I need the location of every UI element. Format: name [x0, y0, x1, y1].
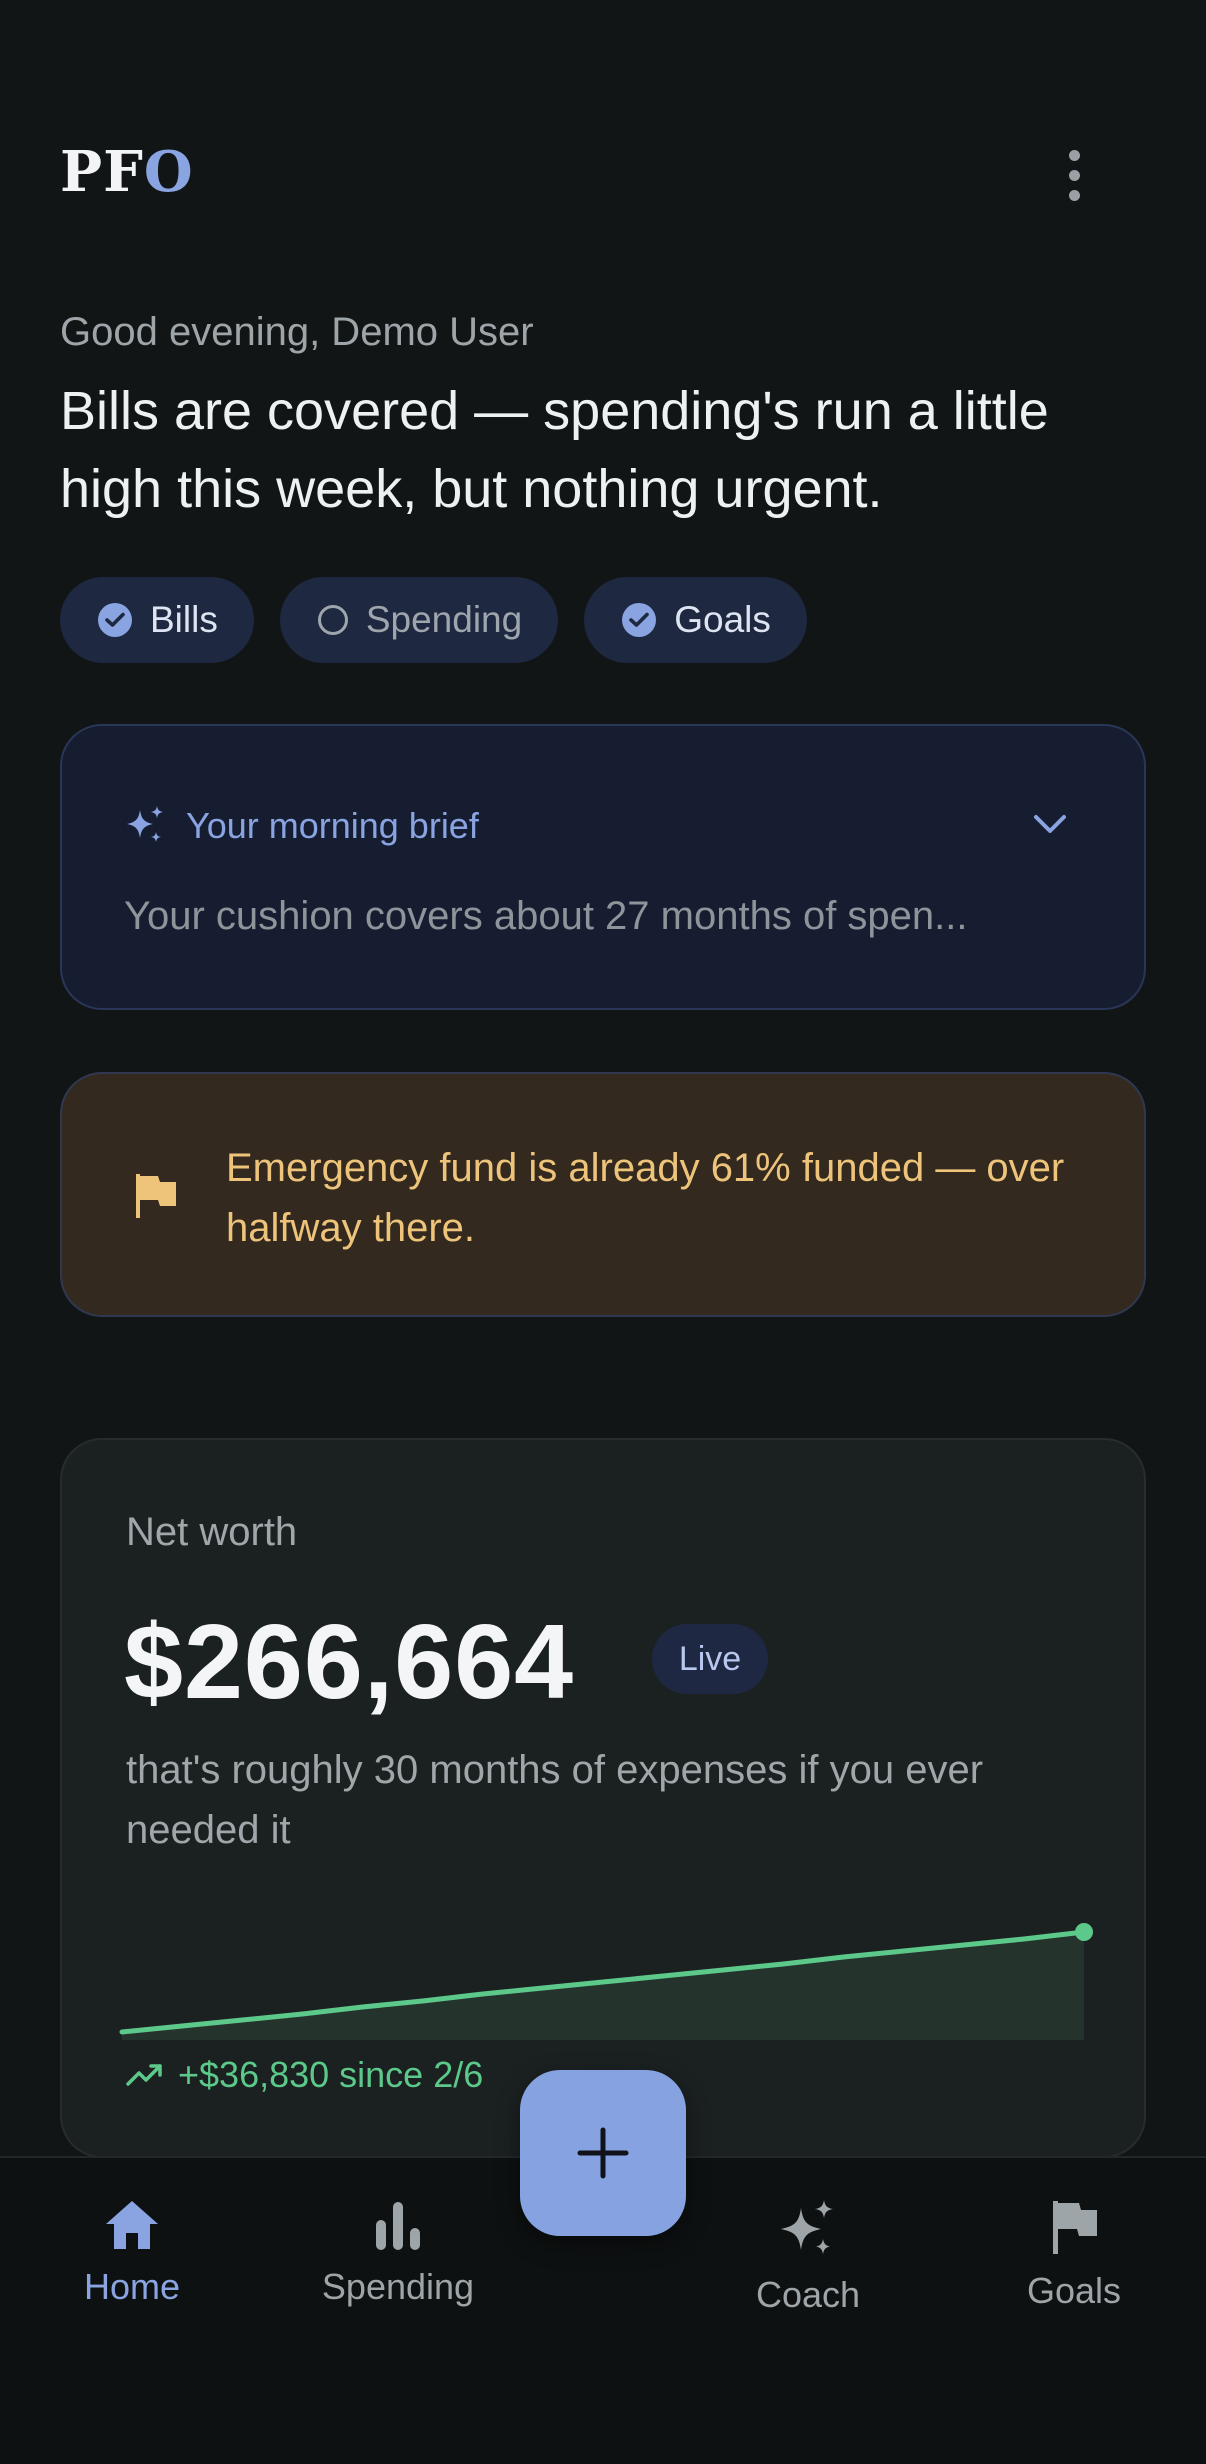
- nav-coach[interactable]: Coach: [698, 2198, 918, 2316]
- trending-up-icon: [126, 2064, 162, 2086]
- empty-circle-icon: [317, 605, 348, 635]
- greeting: Good evening, Demo User: [60, 310, 534, 354]
- sparkline-endpoint: [1075, 1923, 1093, 1941]
- nav-label: Spending: [321, 2266, 475, 2307]
- chevron-down-icon[interactable]: [1032, 812, 1068, 836]
- chip-label: Spending: [365, 599, 523, 640]
- more-menu-button[interactable]: [1044, 140, 1104, 210]
- insight-text: Emergency fund is already 61% funded — o…: [226, 1146, 1065, 1250]
- morning-brief-card[interactable]: Your morning brief Your cushion covers a…: [60, 724, 1146, 1010]
- brief-summary: Your cushion covers about 27 months of s…: [124, 894, 968, 938]
- nav-spending[interactable]: Spending: [288, 2198, 508, 2308]
- logo-text: PF: [60, 139, 144, 205]
- flag-icon: [1053, 2201, 1097, 2254]
- nav-goals[interactable]: Goals: [964, 2198, 1184, 2312]
- net-worth-card[interactable]: Net worth $266,664 Live that's roughly 3…: [60, 1438, 1146, 2158]
- status-chips: Bills Spending Goals: [60, 577, 807, 663]
- brief-title: Your morning brief: [186, 805, 479, 846]
- plus-icon: [577, 2127, 629, 2179]
- status-headline: Bills are covered — spending's run a lit…: [60, 381, 1049, 519]
- net-worth-sparkline: [119, 1923, 1093, 2040]
- flag-icon: [136, 1174, 176, 1218]
- net-worth-value: $266,664: [124, 1603, 575, 1721]
- sparkle-icon: [781, 2200, 833, 2254]
- chip-spending[interactable]: Spending: [279, 577, 559, 663]
- chip-label: Goals: [674, 599, 771, 640]
- more-vertical-icon: [1068, 149, 1080, 161]
- insight-card: Emergency fund is already 61% funded — o…: [60, 1072, 1146, 1317]
- nav-home[interactable]: Home: [22, 2198, 242, 2308]
- check-circle-icon: [98, 603, 132, 637]
- net-worth-delta: +$36,830 since 2/6: [126, 2054, 483, 2096]
- chip-goals[interactable]: Goals: [584, 577, 807, 663]
- nav-label: Goals: [1026, 2270, 1122, 2311]
- add-button[interactable]: [520, 2070, 686, 2236]
- bar-chart-icon: [376, 2202, 420, 2250]
- net-worth-label: Net worth: [126, 1510, 298, 1554]
- delta-text: +$36,830 since 2/6: [178, 2054, 484, 2095]
- brief-header: Your morning brief: [124, 804, 479, 848]
- live-badge: Live: [652, 1624, 768, 1694]
- net-worth-subtitle: that's roughly 30 months of expenses if …: [126, 1748, 984, 1852]
- app-logo: PFO: [60, 136, 194, 208]
- chip-label: Bills: [150, 599, 218, 640]
- chip-bills[interactable]: Bills: [60, 577, 254, 663]
- nav-label: Home: [83, 2266, 181, 2307]
- logo-accent: O: [143, 139, 194, 205]
- home-icon: [106, 2201, 158, 2249]
- sparkle-icon: [127, 806, 163, 842]
- nav-label: Coach: [755, 2274, 861, 2315]
- check-circle-icon: [622, 603, 657, 637]
